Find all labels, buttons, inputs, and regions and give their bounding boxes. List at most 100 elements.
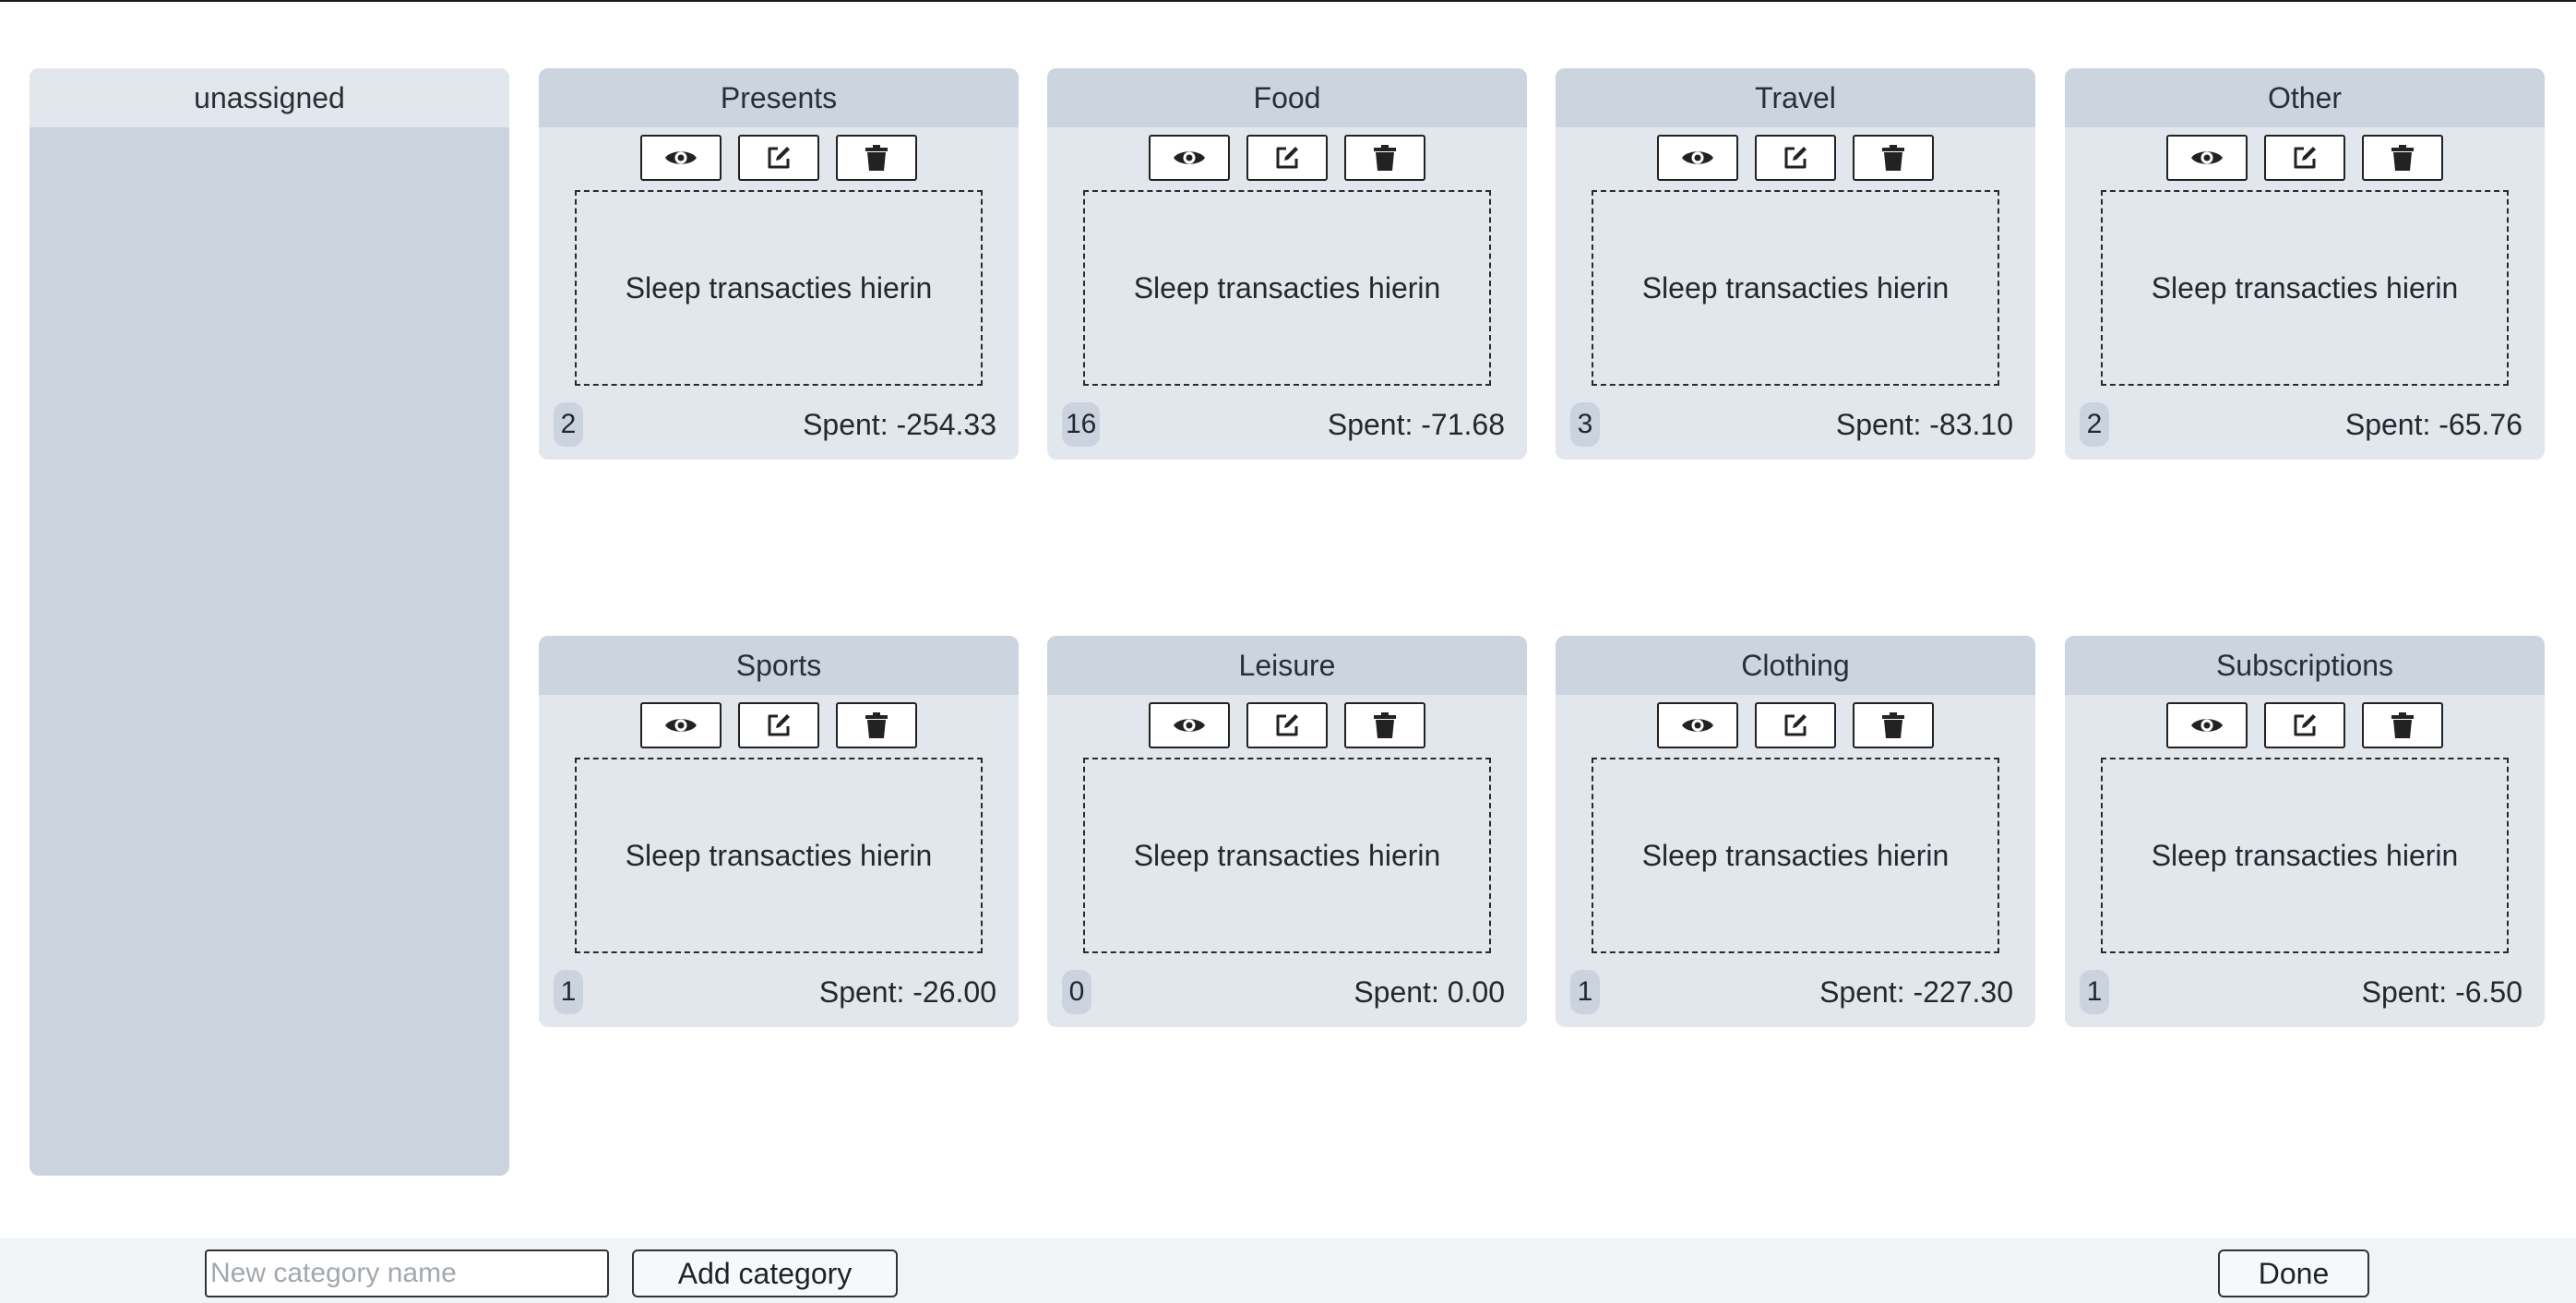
edit-button[interactable] bbox=[738, 135, 819, 181]
eye-icon bbox=[1173, 714, 1206, 736]
category-card: Food Sleep transacties hierin 16 Spent: … bbox=[1047, 68, 1527, 460]
category-title: Subscriptions bbox=[2065, 636, 2545, 695]
spent-amount: Spent: -227.30 bbox=[1819, 975, 2013, 1009]
delete-button[interactable] bbox=[836, 135, 917, 181]
transaction-dropzone[interactable]: Sleep transacties hierin bbox=[1592, 758, 1999, 953]
transaction-count-badge: 1 bbox=[2080, 970, 2109, 1014]
edit-button[interactable] bbox=[2264, 135, 2345, 181]
card-actions bbox=[1047, 135, 1527, 181]
category-card: Sports Sleep transacties hierin 1 Spent:… bbox=[539, 636, 1019, 1027]
spent-amount: Spent: -71.68 bbox=[1327, 408, 1505, 441]
edit-icon bbox=[1782, 711, 1809, 739]
category-title: Sports bbox=[539, 636, 1019, 695]
edit-button[interactable] bbox=[1755, 702, 1836, 748]
unassigned-column[interactable]: unassigned bbox=[30, 68, 509, 1176]
card-actions bbox=[1556, 702, 2035, 748]
card-actions bbox=[539, 702, 1019, 748]
eye-icon bbox=[1681, 714, 1714, 736]
edit-icon bbox=[1273, 144, 1301, 172]
trash-icon bbox=[2391, 711, 2415, 739]
view-button[interactable] bbox=[640, 135, 722, 181]
transaction-dropzone[interactable]: Sleep transacties hierin bbox=[2101, 190, 2509, 386]
category-card: Presents Sleep transacties hierin 2 Spen… bbox=[539, 68, 1019, 460]
transaction-count-badge: 1 bbox=[554, 970, 583, 1014]
category-card: Other Sleep transacties hierin 2 Spent: … bbox=[2065, 68, 2545, 460]
card-actions bbox=[1047, 702, 1527, 748]
spent-amount: Spent: -26.00 bbox=[818, 975, 996, 1009]
category-title: Food bbox=[1047, 68, 1527, 127]
transaction-count-badge: 16 bbox=[1062, 402, 1101, 447]
category-card: Clothing Sleep transacties hierin 1 Spen… bbox=[1556, 636, 2035, 1027]
done-button[interactable]: Done bbox=[2218, 1249, 2369, 1297]
view-button[interactable] bbox=[2166, 702, 2248, 748]
card-actions bbox=[2065, 135, 2545, 181]
spent-amount: Spent: 0.00 bbox=[1354, 975, 1505, 1009]
edit-icon bbox=[2291, 144, 2319, 172]
category-title: Clothing bbox=[1556, 636, 2035, 695]
transaction-count-badge: 2 bbox=[554, 402, 583, 447]
edit-icon bbox=[1273, 711, 1301, 739]
edit-button[interactable] bbox=[738, 702, 819, 748]
add-category-button[interactable]: Add category bbox=[632, 1249, 898, 1297]
transaction-dropzone[interactable]: Sleep transacties hierin bbox=[1592, 190, 1999, 386]
edit-button[interactable] bbox=[1246, 135, 1328, 181]
eye-icon bbox=[1681, 147, 1714, 169]
category-card: Leisure Sleep transacties hierin 0 Spent… bbox=[1047, 636, 1527, 1027]
spent-amount: Spent: -6.50 bbox=[2361, 975, 2522, 1009]
card-actions bbox=[1556, 135, 2035, 181]
delete-button[interactable] bbox=[836, 702, 917, 748]
eye-icon bbox=[664, 714, 698, 736]
delete-button[interactable] bbox=[2362, 135, 2443, 181]
category-title: Other bbox=[2065, 68, 2545, 127]
view-button[interactable] bbox=[2166, 135, 2248, 181]
eye-icon bbox=[2190, 147, 2224, 169]
edit-icon bbox=[765, 144, 793, 172]
trash-icon bbox=[1881, 144, 1905, 172]
footer-bar: Add category Done bbox=[0, 1238, 2576, 1303]
trash-icon bbox=[1373, 144, 1397, 172]
eye-icon bbox=[664, 147, 698, 169]
card-actions bbox=[539, 135, 1019, 181]
trash-icon bbox=[865, 144, 888, 172]
transaction-count-badge: 2 bbox=[2080, 402, 2109, 447]
new-category-input[interactable] bbox=[205, 1249, 609, 1297]
eye-icon bbox=[2190, 714, 2224, 736]
delete-button[interactable] bbox=[1344, 702, 1425, 748]
trash-icon bbox=[1881, 711, 1905, 739]
spent-amount: Spent: -254.33 bbox=[803, 408, 996, 441]
delete-button[interactable] bbox=[1853, 702, 1934, 748]
trash-icon bbox=[865, 711, 888, 739]
edit-button[interactable] bbox=[1246, 702, 1328, 748]
transaction-dropzone[interactable]: Sleep transacties hierin bbox=[575, 190, 983, 386]
edit-icon bbox=[765, 711, 793, 739]
trash-icon bbox=[2391, 144, 2415, 172]
edit-button[interactable] bbox=[1755, 135, 1836, 181]
view-button[interactable] bbox=[1149, 135, 1230, 181]
transaction-dropzone[interactable]: Sleep transacties hierin bbox=[1083, 190, 1491, 386]
category-title: Leisure bbox=[1047, 636, 1527, 695]
transaction-count-badge: 1 bbox=[1570, 970, 1600, 1014]
category-title: Presents bbox=[539, 68, 1019, 127]
edit-icon bbox=[1782, 144, 1809, 172]
transaction-dropzone[interactable]: Sleep transacties hierin bbox=[575, 758, 983, 953]
transaction-dropzone[interactable]: Sleep transacties hierin bbox=[1083, 758, 1491, 953]
category-manager: unassigned Presents Sleep transacties hi… bbox=[0, 0, 2576, 1303]
delete-button[interactable] bbox=[1853, 135, 1934, 181]
category-title: Travel bbox=[1556, 68, 2035, 127]
view-button[interactable] bbox=[1657, 135, 1738, 181]
view-button[interactable] bbox=[1657, 702, 1738, 748]
category-card: Subscriptions Sleep transacties hierin 1… bbox=[2065, 636, 2545, 1027]
transaction-count-badge: 3 bbox=[1570, 402, 1600, 447]
transaction-dropzone[interactable]: Sleep transacties hierin bbox=[2101, 758, 2509, 953]
edit-icon bbox=[2291, 711, 2319, 739]
delete-button[interactable] bbox=[2362, 702, 2443, 748]
spent-amount: Spent: -83.10 bbox=[1835, 408, 2013, 441]
view-button[interactable] bbox=[640, 702, 722, 748]
edit-button[interactable] bbox=[2264, 702, 2345, 748]
delete-button[interactable] bbox=[1344, 135, 1425, 181]
trash-icon bbox=[1373, 711, 1397, 739]
spent-amount: Spent: -65.76 bbox=[2344, 408, 2522, 441]
transaction-count-badge: 0 bbox=[1062, 970, 1091, 1014]
view-button[interactable] bbox=[1149, 702, 1230, 748]
unassigned-title: unassigned bbox=[30, 68, 509, 127]
